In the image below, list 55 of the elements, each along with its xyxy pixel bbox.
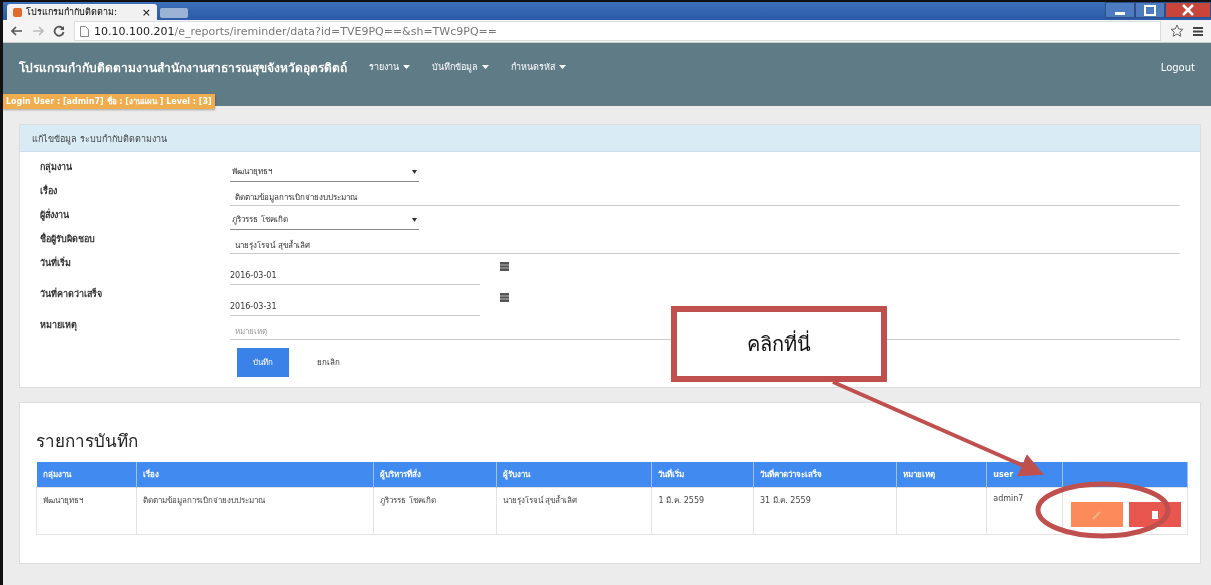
column-header: วันที่คาดว่าจะเสร็จ xyxy=(753,462,897,488)
tab-close-button[interactable]: × xyxy=(141,5,151,19)
input-field[interactable]: นายรุ่งโรจน์ สุขล้ำเลิศ xyxy=(230,238,1180,254)
logout-link[interactable]: Logout xyxy=(1160,61,1195,73)
field-label: หมายเหตุ xyxy=(40,319,77,332)
table-cell: 31 มี.ค. 2559 xyxy=(760,496,811,505)
field-label: เรื่อง xyxy=(40,184,57,198)
caret-icon xyxy=(482,65,489,69)
field-label: กลุ่มงาน xyxy=(40,161,72,174)
maximize-icon[interactable] xyxy=(1135,2,1165,18)
select-field[interactable]: ภูริวรรธ โชคเกิด xyxy=(230,210,419,230)
callout-box: คลิกที่นี่ xyxy=(671,306,887,382)
field-label: วันที่คาดว่าเสร็จ xyxy=(40,287,102,301)
app-title[interactable]: โปรแกรมกำกับติดตามงานสำนักงานสาธารณสุขจังหวัดอุตรดิตถ์ xyxy=(19,57,347,77)
section-title: รายการบันทึก xyxy=(36,430,139,453)
browser-tab[interactable]: โปรแกรมกำกับติดตาม: × xyxy=(7,4,157,20)
table-cell: ภูริวรรธ โชคเกิด xyxy=(380,496,436,505)
address-field[interactable]: 10.10.100.201/e_reports/ireminder/data?id=TVE9PQ==&sh=TWc9PQ== xyxy=(74,21,1161,41)
login-info-badge: Login User : [admin7] ชื่อ : [งานแผน ] Level : [3] xyxy=(3,94,215,109)
column-header: วันที่เริ่ม xyxy=(651,462,754,488)
column-header: หมายเหตุ xyxy=(896,462,987,488)
nav-menu[interactable]: กำหนดรหัส xyxy=(511,60,566,74)
field-label: ผู้สั่งงาน xyxy=(40,208,69,222)
nav-menu[interactable]: บันทึกข้อมูล xyxy=(432,60,489,74)
caret-icon xyxy=(412,217,417,222)
save-button[interactable]: บันทึก xyxy=(237,348,289,377)
select-field[interactable]: พัฒนายุทธฯ xyxy=(230,162,419,182)
menu-icon[interactable] xyxy=(1193,25,1203,37)
star-icon[interactable] xyxy=(1170,24,1184,38)
page-icon xyxy=(13,7,22,17)
reload-icon[interactable] xyxy=(53,25,65,37)
column-header: ผู้รับงาน xyxy=(496,462,652,488)
caret-icon xyxy=(559,65,566,69)
trash-icon xyxy=(1152,510,1158,519)
input-field[interactable]: ติดตามข้อมูลการเบิกจ่ายงบประมาณ xyxy=(230,190,1180,206)
caret-icon xyxy=(403,65,410,69)
panel-heading: แก้ไขข้อมูล ระบบกำกับติดตามงาน xyxy=(20,125,1200,152)
table-cell: 1 มี.ค. 2559 xyxy=(658,496,705,505)
table-cell: พัฒนายุทธฯ xyxy=(43,496,83,505)
caret-icon xyxy=(412,169,417,174)
column-header: กลุ่มงาน xyxy=(36,462,137,488)
column-header: เรื่อง xyxy=(136,462,374,488)
close-icon[interactable] xyxy=(1165,2,1211,18)
back-icon[interactable] xyxy=(11,26,23,36)
nav-menu[interactable]: รายงาน xyxy=(369,60,410,74)
table-cell: ติดตามข้อมูลการเบิกจ่ายงบประมาณ xyxy=(142,496,265,505)
field-label: วันที่เริ่ม xyxy=(40,256,71,270)
table-cell: admin7 xyxy=(993,494,1024,503)
field-label: ชื่อผู้รับผิดชอบ xyxy=(40,232,95,246)
table-cell: นายรุ่งโรจน์ สุขล้ำเลิศ xyxy=(502,496,578,505)
column-header: ผู้บริหารที่สั่ง xyxy=(373,462,496,488)
pencil-icon xyxy=(1092,509,1102,520)
minimize-icon[interactable] xyxy=(1105,2,1135,18)
page-icon xyxy=(80,25,89,37)
cancel-link[interactable]: ยกเลิก xyxy=(317,356,340,369)
